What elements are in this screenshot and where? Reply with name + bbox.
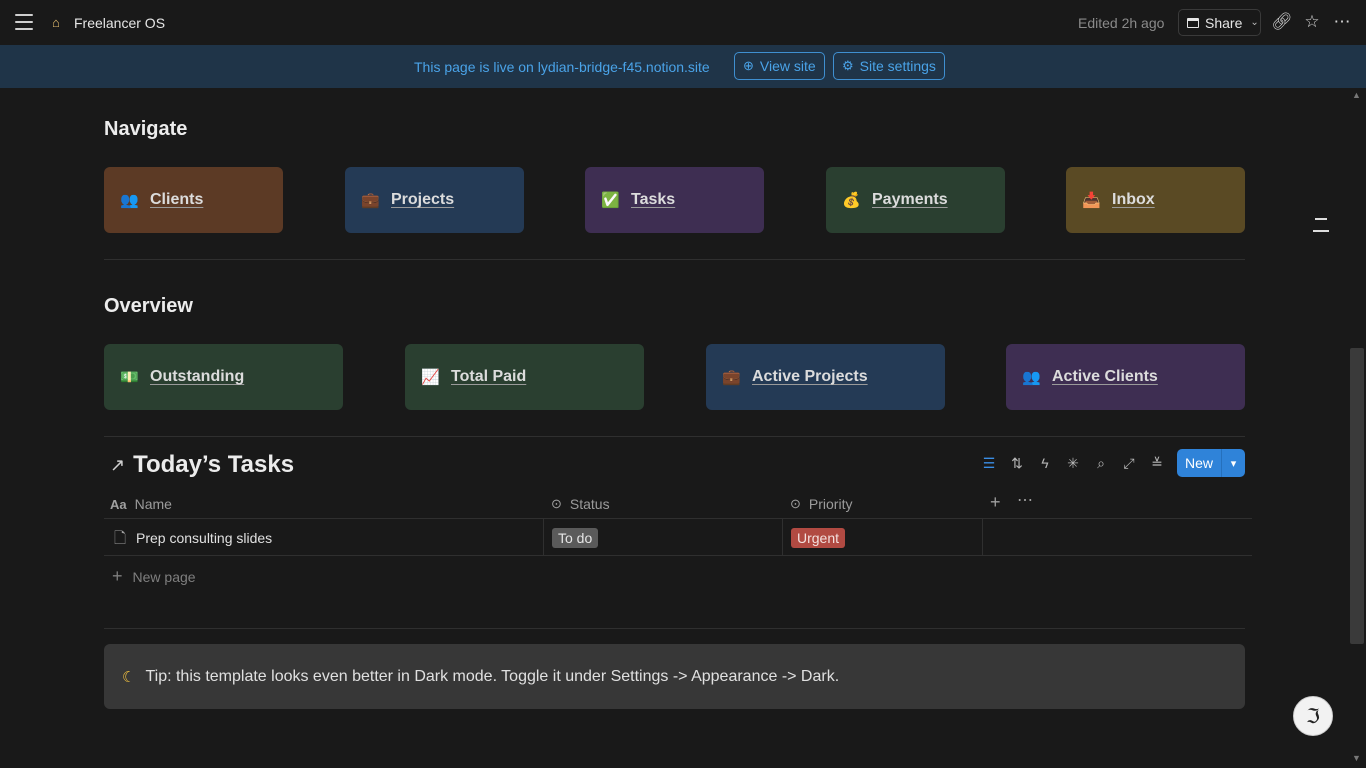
help-button[interactable]: ℑ [1293,696,1333,736]
checkbox-icon: ✅ [601,192,620,209]
new-page-label: New page [132,568,196,585]
new-page-button[interactable]: + New page [112,566,196,587]
linked-database-arrow-icon: ↗ [110,454,126,475]
filter-icon[interactable]: ☰ [979,453,999,473]
sparkle-icon[interactable]: ✳ [1063,453,1083,473]
column-divider [982,519,983,555]
people-icon: 👥 [120,192,139,209]
table-of-contents-marker[interactable] [1313,218,1329,234]
chevron-down-icon[interactable]: ▾ [1222,457,1245,470]
plus-icon: + [112,566,123,586]
task-name[interactable]: Prep consulting slides [136,530,272,546]
column-header-status[interactable]: ⊙ Status [551,490,610,518]
nav-card-inbox[interactable]: 📥 Inbox [1066,167,1245,233]
scroll-up-arrow[interactable]: ▲ [1352,90,1361,100]
automation-bolt-icon[interactable]: ϟ [1035,453,1055,473]
card-label: Active Projects [752,368,868,385]
nav-card-total-paid[interactable]: 📈 Total Paid [405,344,644,410]
priority-badge[interactable]: Urgent [791,528,846,548]
column-header-label: Priority [808,496,853,512]
share-button[interactable]: Share ⌄ [1178,9,1261,36]
site-settings-button[interactable]: ⚙ Site settings [833,52,945,80]
database-title-text: Today’s Tasks [133,451,295,478]
site-live-text: This page is live on lydian-bridge-f45.n… [414,59,710,75]
chevron-down-icon: ⌄ [1250,17,1259,28]
nav-card-active-projects[interactable]: 💼 Active Projects [706,344,945,410]
share-label: Share [1205,14,1243,31]
window-icon [1187,17,1199,28]
inbox-tray-icon: 📥 [1082,192,1101,209]
site-settings-label: Site settings [859,58,936,74]
globe-icon: ⊕ [743,58,754,73]
scroll-down-arrow[interactable]: ▼ [1352,753,1361,763]
nav-card-projects[interactable]: 💼 Projects [345,167,524,233]
page-title[interactable]: Freelancer OS [74,15,165,31]
scrollbar-thumb[interactable] [1350,348,1364,644]
column-header-label: Status [569,496,610,512]
search-icon[interactable]: ⌕ [1091,453,1111,473]
column-divider [782,519,783,555]
status-badge[interactable]: To do [552,528,599,548]
nav-card-payments[interactable]: 💰 Payments [826,167,1005,233]
expand-icon[interactable]: ⤢ [1119,453,1139,473]
sidebar-menu-button[interactable] [14,12,34,32]
nav-card-tasks[interactable]: ✅ Tasks [585,167,764,233]
card-label: Clients [150,191,204,208]
column-header-priority[interactable]: ⊙ Priority [790,490,852,518]
briefcase-icon: 💼 [361,192,380,209]
crescent-moon-icon: ☾ [122,668,136,686]
text-property-icon: Aa [110,496,127,512]
page-icon: 🗋 [114,530,127,547]
chart-increasing-icon: 📈 [421,369,440,386]
gear-icon: ⚙ [842,58,854,73]
more-icon[interactable]: ⋯ [1017,490,1033,510]
more-icon[interactable]: ⋯ [1331,11,1353,33]
new-button-label: New [1184,455,1213,471]
nav-card-outstanding[interactable]: 💵 Outstanding [104,344,343,410]
card-label: Total Paid [451,368,527,385]
card-label: Outstanding [150,368,245,385]
site-live-banner: This page is live on lydian-bridge-f45.n… [0,45,1366,88]
divider [104,628,1245,629]
column-header-name[interactable]: Aa Name [110,490,172,518]
tip-text: Tip: this template looks even better in … [145,667,840,685]
overview-heading: Overview [104,295,193,317]
column-divider [543,519,544,555]
money-bag-icon: 💰 [842,192,861,209]
topbar: ⌂ Freelancer OS Edited 2h ago Share ⌄ 🔗︎… [0,0,1366,45]
new-record-button[interactable]: New ▾ [1177,449,1245,477]
add-property-icon[interactable]: + [990,492,1001,513]
database-title[interactable]: ↗ Today’s Tasks [110,451,294,479]
link-icon[interactable]: 🔗︎ [1271,11,1293,33]
card-label: Active Clients [1052,368,1158,385]
table-header-border [104,518,1252,519]
table-row-border [104,555,1252,556]
view-site-label: View site [759,58,816,74]
nav-card-active-clients[interactable]: 👥 Active Clients [1006,344,1245,410]
tip-callout: ☾ Tip: this template looks even better i… [104,644,1245,709]
nav-card-clients[interactable]: 👥 Clients [104,167,283,233]
dollar-banknote-icon: 💵 [120,369,139,386]
briefcase-icon: 💼 [722,369,741,386]
status-property-icon: ⊙ [551,496,562,511]
status-property-icon: ⊙ [790,496,801,511]
card-label: Projects [391,191,455,208]
sort-icon[interactable]: ⇅ [1007,453,1027,473]
card-label: Payments [872,191,948,208]
people-icon: 👥 [1022,369,1041,386]
house-icon: ⌂ [52,15,60,30]
divider [104,259,1245,260]
view-settings-icon[interactable]: ≚ [1147,453,1167,473]
view-site-button[interactable]: ⊕ View site [734,52,825,80]
divider [104,436,1245,437]
edited-timestamp: Edited 2h ago [1078,15,1165,31]
card-label: Tasks [631,191,676,208]
star-icon[interactable]: ☆ [1301,11,1323,33]
column-header-label: Name [134,496,172,512]
navigate-heading: Navigate [104,118,188,140]
card-label: Inbox [1112,191,1155,208]
